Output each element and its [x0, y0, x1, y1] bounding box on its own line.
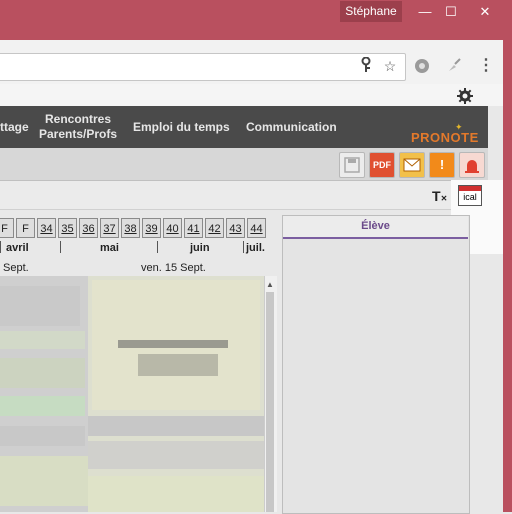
close-window-button[interactable]: ✕	[468, 0, 502, 24]
eleve-panel	[282, 215, 470, 514]
month-label: avril	[6, 242, 29, 254]
window-frame-right	[503, 24, 512, 512]
timetable-grid[interactable]	[0, 276, 264, 512]
month-label: juil.	[246, 242, 265, 254]
month-separator	[243, 241, 244, 253]
week-cell[interactable]: 37	[100, 218, 119, 238]
week-cell[interactable]: 40	[163, 218, 182, 238]
grid-scrollbar-thumb[interactable]	[266, 292, 274, 512]
window-frame-top	[0, 24, 503, 40]
brush-icon[interactable]	[445, 57, 463, 75]
day-label: Sept.	[3, 262, 29, 274]
month-label: juin	[190, 242, 210, 254]
siren-icon[interactable]	[459, 152, 485, 178]
maximize-button[interactable]: ☐	[434, 0, 468, 24]
address-bar[interactable]	[0, 53, 406, 81]
week-cell[interactable]: F	[0, 218, 14, 238]
day-label: ven. 15 Sept.	[141, 262, 206, 274]
week-cell[interactable]: 34	[37, 218, 56, 238]
month-separator	[0, 241, 1, 253]
alert-button[interactable]: !	[429, 152, 455, 178]
month-separator	[157, 241, 158, 253]
clear-formatting-icon[interactable]: T✕	[432, 188, 447, 204]
week-cell[interactable]: 38	[121, 218, 140, 238]
profile-name-badge[interactable]: Stéphane	[340, 1, 402, 22]
week-cell[interactable]: 35	[58, 218, 77, 238]
pdf-button[interactable]: PDF	[369, 152, 395, 178]
week-cell[interactable]: 44	[247, 218, 266, 238]
eleve-panel-title: Élève	[283, 216, 468, 239]
week-cell[interactable]: 41	[184, 218, 203, 238]
email-icon[interactable]	[399, 152, 425, 178]
nav-item-emploi-du-temps[interactable]: Emploi du temps	[133, 120, 230, 135]
week-cell[interactable]: 43	[226, 218, 245, 238]
week-cell[interactable]: 42	[205, 218, 224, 238]
week-cell[interactable]: 36	[79, 218, 98, 238]
nav-item-rencontres[interactable]: Rencontres Parents/Profs	[38, 112, 118, 142]
gear-extension-icon[interactable]	[413, 57, 431, 75]
week-cell[interactable]: F	[16, 218, 35, 238]
ical-export-icon[interactable]: ical	[458, 185, 482, 206]
month-separator	[60, 241, 61, 253]
scroll-up-arrow-icon[interactable]: ▲	[264, 280, 276, 289]
ical-label: ical	[463, 192, 477, 202]
app-top-strip	[0, 84, 503, 106]
nav-item-communication[interactable]: Communication	[246, 120, 337, 135]
key-icon[interactable]	[357, 56, 375, 75]
pronote-logo: PRONOTE	[411, 130, 479, 145]
logo-sparkle-icon: ✦	[455, 122, 463, 132]
week-cell[interactable]: 39	[142, 218, 161, 238]
sub-header-bar	[0, 181, 488, 210]
settings-gear-icon[interactable]	[456, 87, 474, 105]
save-icon[interactable]	[339, 152, 365, 178]
browser-menu-icon[interactable]: ⋮	[477, 57, 495, 75]
nav-item-partage[interactable]: ttage	[0, 120, 29, 135]
month-label: mai	[100, 242, 119, 254]
star-icon[interactable]: ☆	[381, 57, 399, 75]
